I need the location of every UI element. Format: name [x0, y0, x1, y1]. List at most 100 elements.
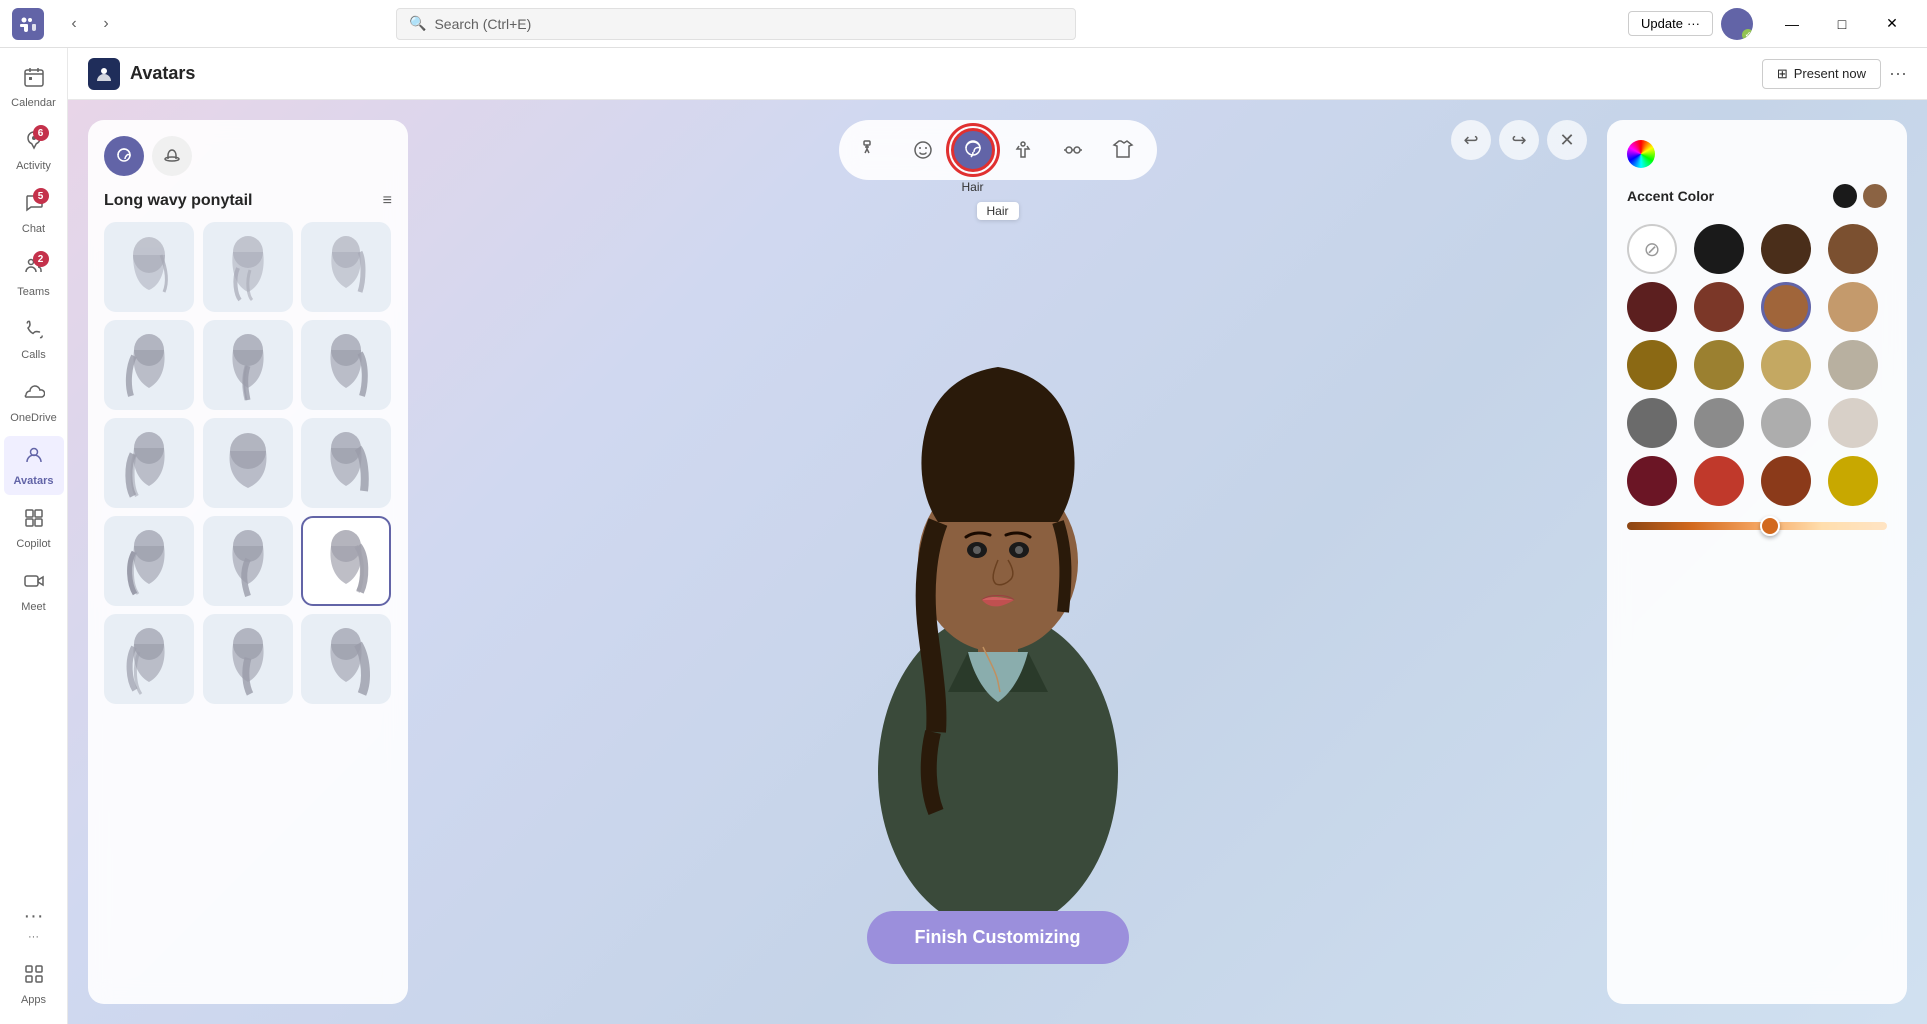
hair-label-text: Hair: [986, 204, 1008, 218]
color-swatch-tan[interactable]: [1828, 282, 1878, 332]
sidebar-item-activity[interactable]: 6 Activity: [4, 121, 64, 180]
color-swatch-mediumbrown[interactable]: [1761, 282, 1811, 332]
sidebar-label-avatars: Avatars: [14, 475, 54, 487]
search-icon: 🔍: [409, 15, 426, 32]
customizer-close-button[interactable]: ✕: [1547, 120, 1587, 160]
sidebar-item-chat[interactable]: 5 Chat: [4, 184, 64, 243]
app-title-text: Avatars: [130, 63, 195, 84]
toolbar-pose-button[interactable]: [851, 128, 895, 172]
color-swatch-white[interactable]: [1828, 398, 1878, 448]
search-bar[interactable]: 🔍 Search (Ctrl+E): [396, 8, 1076, 40]
update-button[interactable]: Update ···: [1628, 11, 1713, 36]
toolbar-accessories-wrapper: [1051, 128, 1095, 172]
slider-container: [1627, 522, 1887, 530]
hair-item-9-selected[interactable]: [301, 516, 391, 606]
hair-item-7[interactable]: [104, 516, 194, 606]
toolbar-hair-button[interactable]: [951, 128, 995, 172]
sidebar-item-more[interactable]: ··· ···: [4, 897, 64, 951]
hair-item-scroll-3[interactable]: [301, 222, 391, 312]
toolbar-outfit-wrapper: [1001, 128, 1045, 172]
toolbar-face-button[interactable]: [901, 128, 945, 172]
meet-icon: [23, 570, 45, 598]
user-avatar[interactable]: [1721, 8, 1753, 40]
hair-item-8[interactable]: [203, 516, 293, 606]
toolbar-outfit-button[interactable]: [1001, 128, 1045, 172]
more-icon: ···: [24, 905, 44, 928]
hair-item-4[interactable]: [104, 418, 194, 508]
activity-icon: 6: [23, 129, 45, 157]
top-toolbar: Hair: [839, 120, 1157, 180]
sidebar-item-avatars[interactable]: Avatars: [4, 436, 64, 495]
app-layout: Calendar 6 Activity 5 Chat: [0, 48, 1927, 1024]
color-swatch-goldbrown[interactable]: [1627, 340, 1677, 390]
hair-item-12[interactable]: [301, 614, 391, 704]
search-placeholder: Search (Ctrl+E): [434, 16, 531, 32]
color-swatch-red[interactable]: [1694, 456, 1744, 506]
hair-item-6[interactable]: [301, 418, 391, 508]
undo-button[interactable]: ↩: [1451, 120, 1491, 160]
toolbar-pose-wrapper: [851, 128, 895, 172]
sidebar-label-more: ···: [28, 931, 39, 943]
sidebar-item-copilot[interactable]: Copilot: [4, 499, 64, 558]
maximize-button[interactable]: □: [1819, 8, 1865, 40]
finish-customizing-button[interactable]: Finish Customizing: [867, 911, 1129, 964]
sidebar-item-teams[interactable]: 2 Teams: [4, 247, 64, 306]
color-swatch-none[interactable]: ⊘: [1627, 224, 1677, 274]
hair-item-scroll-2[interactable]: [203, 222, 293, 312]
apps-icon: [23, 963, 45, 991]
minimize-button[interactable]: —: [1769, 8, 1815, 40]
hair-item-3[interactable]: [301, 320, 391, 410]
hair-item-2[interactable]: [203, 320, 293, 410]
color-swatch-darkbrown[interactable]: [1761, 224, 1811, 274]
redo-button[interactable]: ↪: [1499, 120, 1539, 160]
color-swatch-darkred[interactable]: [1627, 282, 1677, 332]
hair-item-scroll-1[interactable]: [104, 222, 194, 312]
hair-item-10[interactable]: [104, 614, 194, 704]
color-swatch-darkgray[interactable]: [1627, 398, 1677, 448]
color-swatch-black[interactable]: [1694, 224, 1744, 274]
copilot-icon: [23, 507, 45, 535]
update-label: Update: [1641, 16, 1683, 31]
color-swatch-lightgray2[interactable]: [1761, 398, 1811, 448]
sidebar-item-onedrive[interactable]: OneDrive: [4, 373, 64, 432]
toolbar-accessories-button[interactable]: [1051, 128, 1095, 172]
tab-hairstyle[interactable]: [104, 136, 144, 176]
header-more-button[interactable]: ···: [1889, 63, 1907, 84]
color-swatch-lightgray[interactable]: [1828, 340, 1878, 390]
sidebar-item-calls[interactable]: Calls: [4, 310, 64, 369]
hair-item-5[interactable]: [203, 418, 293, 508]
close-button[interactable]: ✕: [1869, 8, 1915, 40]
color-swatch-reddishbrown[interactable]: [1694, 282, 1744, 332]
hair-item-1[interactable]: [104, 320, 194, 410]
present-now-button[interactable]: ⊞ Present now: [1762, 59, 1881, 89]
filter-button[interactable]: ≡: [383, 192, 392, 210]
accent-swatch-black[interactable]: [1833, 184, 1857, 208]
nav-back-button[interactable]: ‹: [60, 10, 88, 38]
color-slider[interactable]: [1627, 522, 1887, 530]
color-swatch-auburn[interactable]: [1761, 456, 1811, 506]
present-label: Present now: [1794, 66, 1866, 81]
chat-icon: 5: [23, 192, 45, 220]
sidebar-label-onedrive: OneDrive: [10, 412, 56, 424]
color-swatch-darkred2[interactable]: [1627, 456, 1677, 506]
color-swatch-gold[interactable]: [1828, 456, 1878, 506]
toolbar-clothing-button[interactable]: [1101, 128, 1145, 172]
nav-forward-button[interactable]: ›: [92, 10, 120, 38]
app-header: Avatars ⊞ Present now ···: [68, 48, 1927, 100]
hair-grid-top: [104, 222, 392, 312]
app-title: Avatars: [88, 58, 195, 90]
hair-grid: [104, 320, 392, 704]
hair-item-11[interactable]: [203, 614, 293, 704]
sidebar-item-meet[interactable]: Meet: [4, 562, 64, 621]
sidebar-label-calendar: Calendar: [11, 97, 56, 109]
tab-hat[interactable]: [152, 136, 192, 176]
accent-swatch-brown[interactable]: [1863, 184, 1887, 208]
sidebar-item-calendar[interactable]: Calendar: [4, 58, 64, 117]
color-swatch-lightbrown[interactable]: [1761, 340, 1811, 390]
color-swatch-brown[interactable]: [1828, 224, 1878, 274]
toolbar-hair-wrapper: Hair: [951, 128, 995, 172]
color-swatch-medgray[interactable]: [1694, 398, 1744, 448]
color-swatch-darkgold[interactable]: [1694, 340, 1744, 390]
sidebar-item-apps[interactable]: Apps: [4, 955, 64, 1014]
slider-thumb[interactable]: [1760, 516, 1780, 536]
